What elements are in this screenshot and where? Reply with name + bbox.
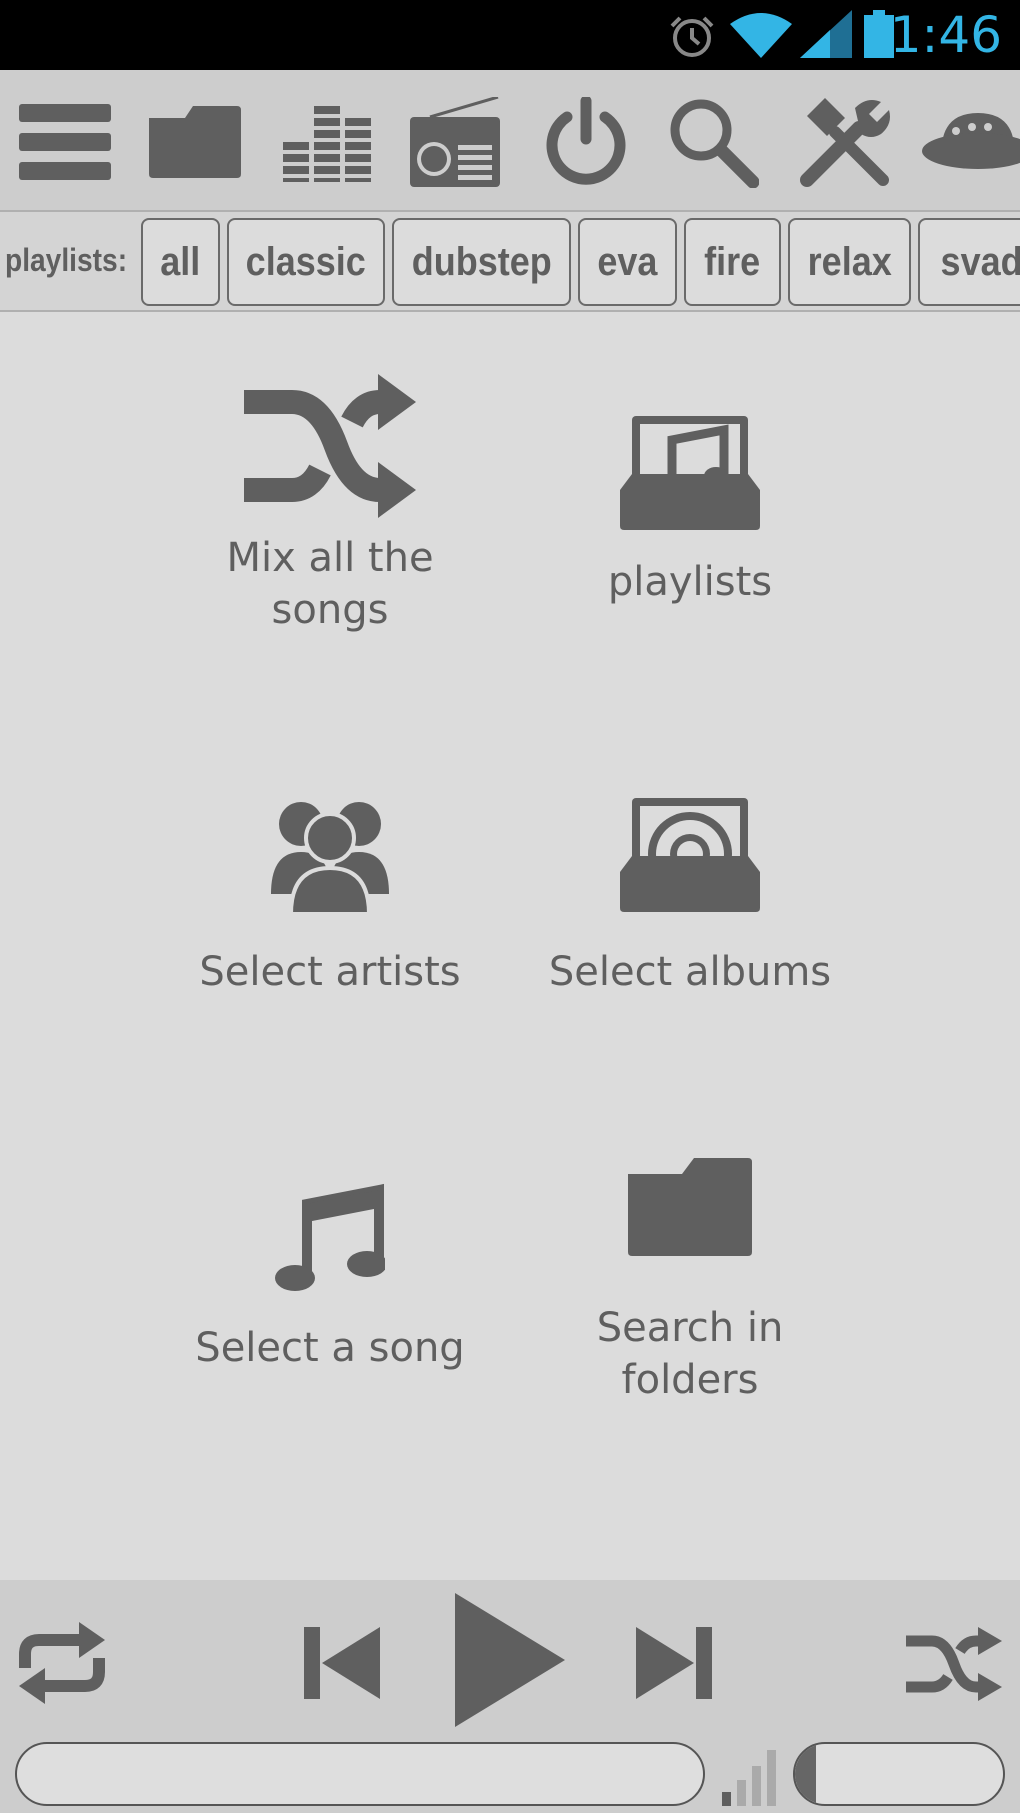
equalizer-icon xyxy=(283,106,371,182)
playlists-menu-label: playlists xyxy=(607,559,773,605)
repeat-button[interactable] xyxy=(12,1620,112,1706)
playlist-chip-dubstep[interactable]: dubstep xyxy=(392,218,571,306)
radio-button[interactable] xyxy=(400,90,510,194)
previous-button[interactable] xyxy=(300,1620,384,1706)
volume-slider[interactable] xyxy=(793,1742,1005,1806)
player-controls xyxy=(0,1580,1020,1813)
playlist-chip-fire[interactable]: fire xyxy=(684,218,781,306)
folder-large-icon xyxy=(628,1158,752,1256)
select-artists-label: Select artists xyxy=(199,949,461,995)
menu-button[interactable] xyxy=(10,90,120,194)
playlist-chip-all[interactable]: all xyxy=(141,218,220,306)
play-icon xyxy=(455,1593,565,1727)
album-box-icon xyxy=(620,798,760,912)
music-note-icon xyxy=(275,1183,385,1291)
status-clock: 1:46 xyxy=(889,6,1002,64)
playlists-label: playlists: xyxy=(5,242,128,278)
cell-signal-icon xyxy=(800,10,852,58)
power-icon xyxy=(546,97,626,185)
folder-icon xyxy=(149,106,241,178)
radio-icon xyxy=(410,97,500,187)
playlist-chip-svad[interactable]: svad xyxy=(918,218,1020,306)
next-button[interactable] xyxy=(632,1620,716,1706)
repeat-icon xyxy=(19,1622,105,1704)
wifi-icon xyxy=(730,13,792,58)
search-folders-button[interactable]: Search in folders xyxy=(520,1158,860,1406)
playlist-chip-relax[interactable]: relax xyxy=(788,218,911,306)
menu-icon xyxy=(19,104,111,180)
toolbar xyxy=(0,70,1020,212)
volume-fill xyxy=(795,1744,816,1804)
volume-level-icon xyxy=(722,1750,776,1806)
search-folders-label: Search in folders xyxy=(596,1305,784,1403)
shuffle-icon xyxy=(244,374,416,518)
seek-bar[interactable] xyxy=(15,1742,705,1806)
play-button[interactable] xyxy=(450,1590,570,1730)
select-song-button[interactable]: Select a song xyxy=(160,1182,500,1374)
shuffle-icon xyxy=(906,1627,1002,1701)
previous-icon xyxy=(304,1627,380,1699)
select-albums-label: Select albums xyxy=(548,949,832,995)
next-icon xyxy=(636,1627,712,1699)
mix-all-songs-label: Mix all the songs xyxy=(226,535,434,633)
ufo-icon xyxy=(922,113,1020,169)
playlists-button[interactable]: playlists xyxy=(520,414,860,608)
select-artists-button[interactable]: Select artists xyxy=(160,794,500,998)
artists-icon xyxy=(271,802,389,914)
folder-button[interactable] xyxy=(140,90,250,194)
shuffle-button[interactable] xyxy=(904,1624,1004,1704)
ufo-button[interactable] xyxy=(918,90,1020,194)
power-button[interactable] xyxy=(531,90,641,194)
playlist-bar: playlists: all classic dubstep eva fire … xyxy=(0,212,1020,312)
search-button[interactable] xyxy=(658,90,768,194)
playlist-chip-eva[interactable]: eva xyxy=(578,218,677,306)
search-icon xyxy=(670,99,759,188)
status-bar: 1:46 xyxy=(0,0,1020,70)
select-albums-button[interactable]: Select albums xyxy=(520,796,860,998)
select-song-label: Select a song xyxy=(195,1325,465,1371)
music-box-icon xyxy=(620,416,760,530)
equalizer-button[interactable] xyxy=(272,90,382,194)
playlist-bar-divider xyxy=(0,310,1020,312)
playlist-chip-classic[interactable]: classic xyxy=(227,218,385,306)
tools-icon xyxy=(800,98,890,187)
settings-button[interactable] xyxy=(790,90,900,194)
mix-all-songs-button[interactable]: Mix all the songs xyxy=(160,374,500,636)
alarm-icon xyxy=(670,16,714,57)
